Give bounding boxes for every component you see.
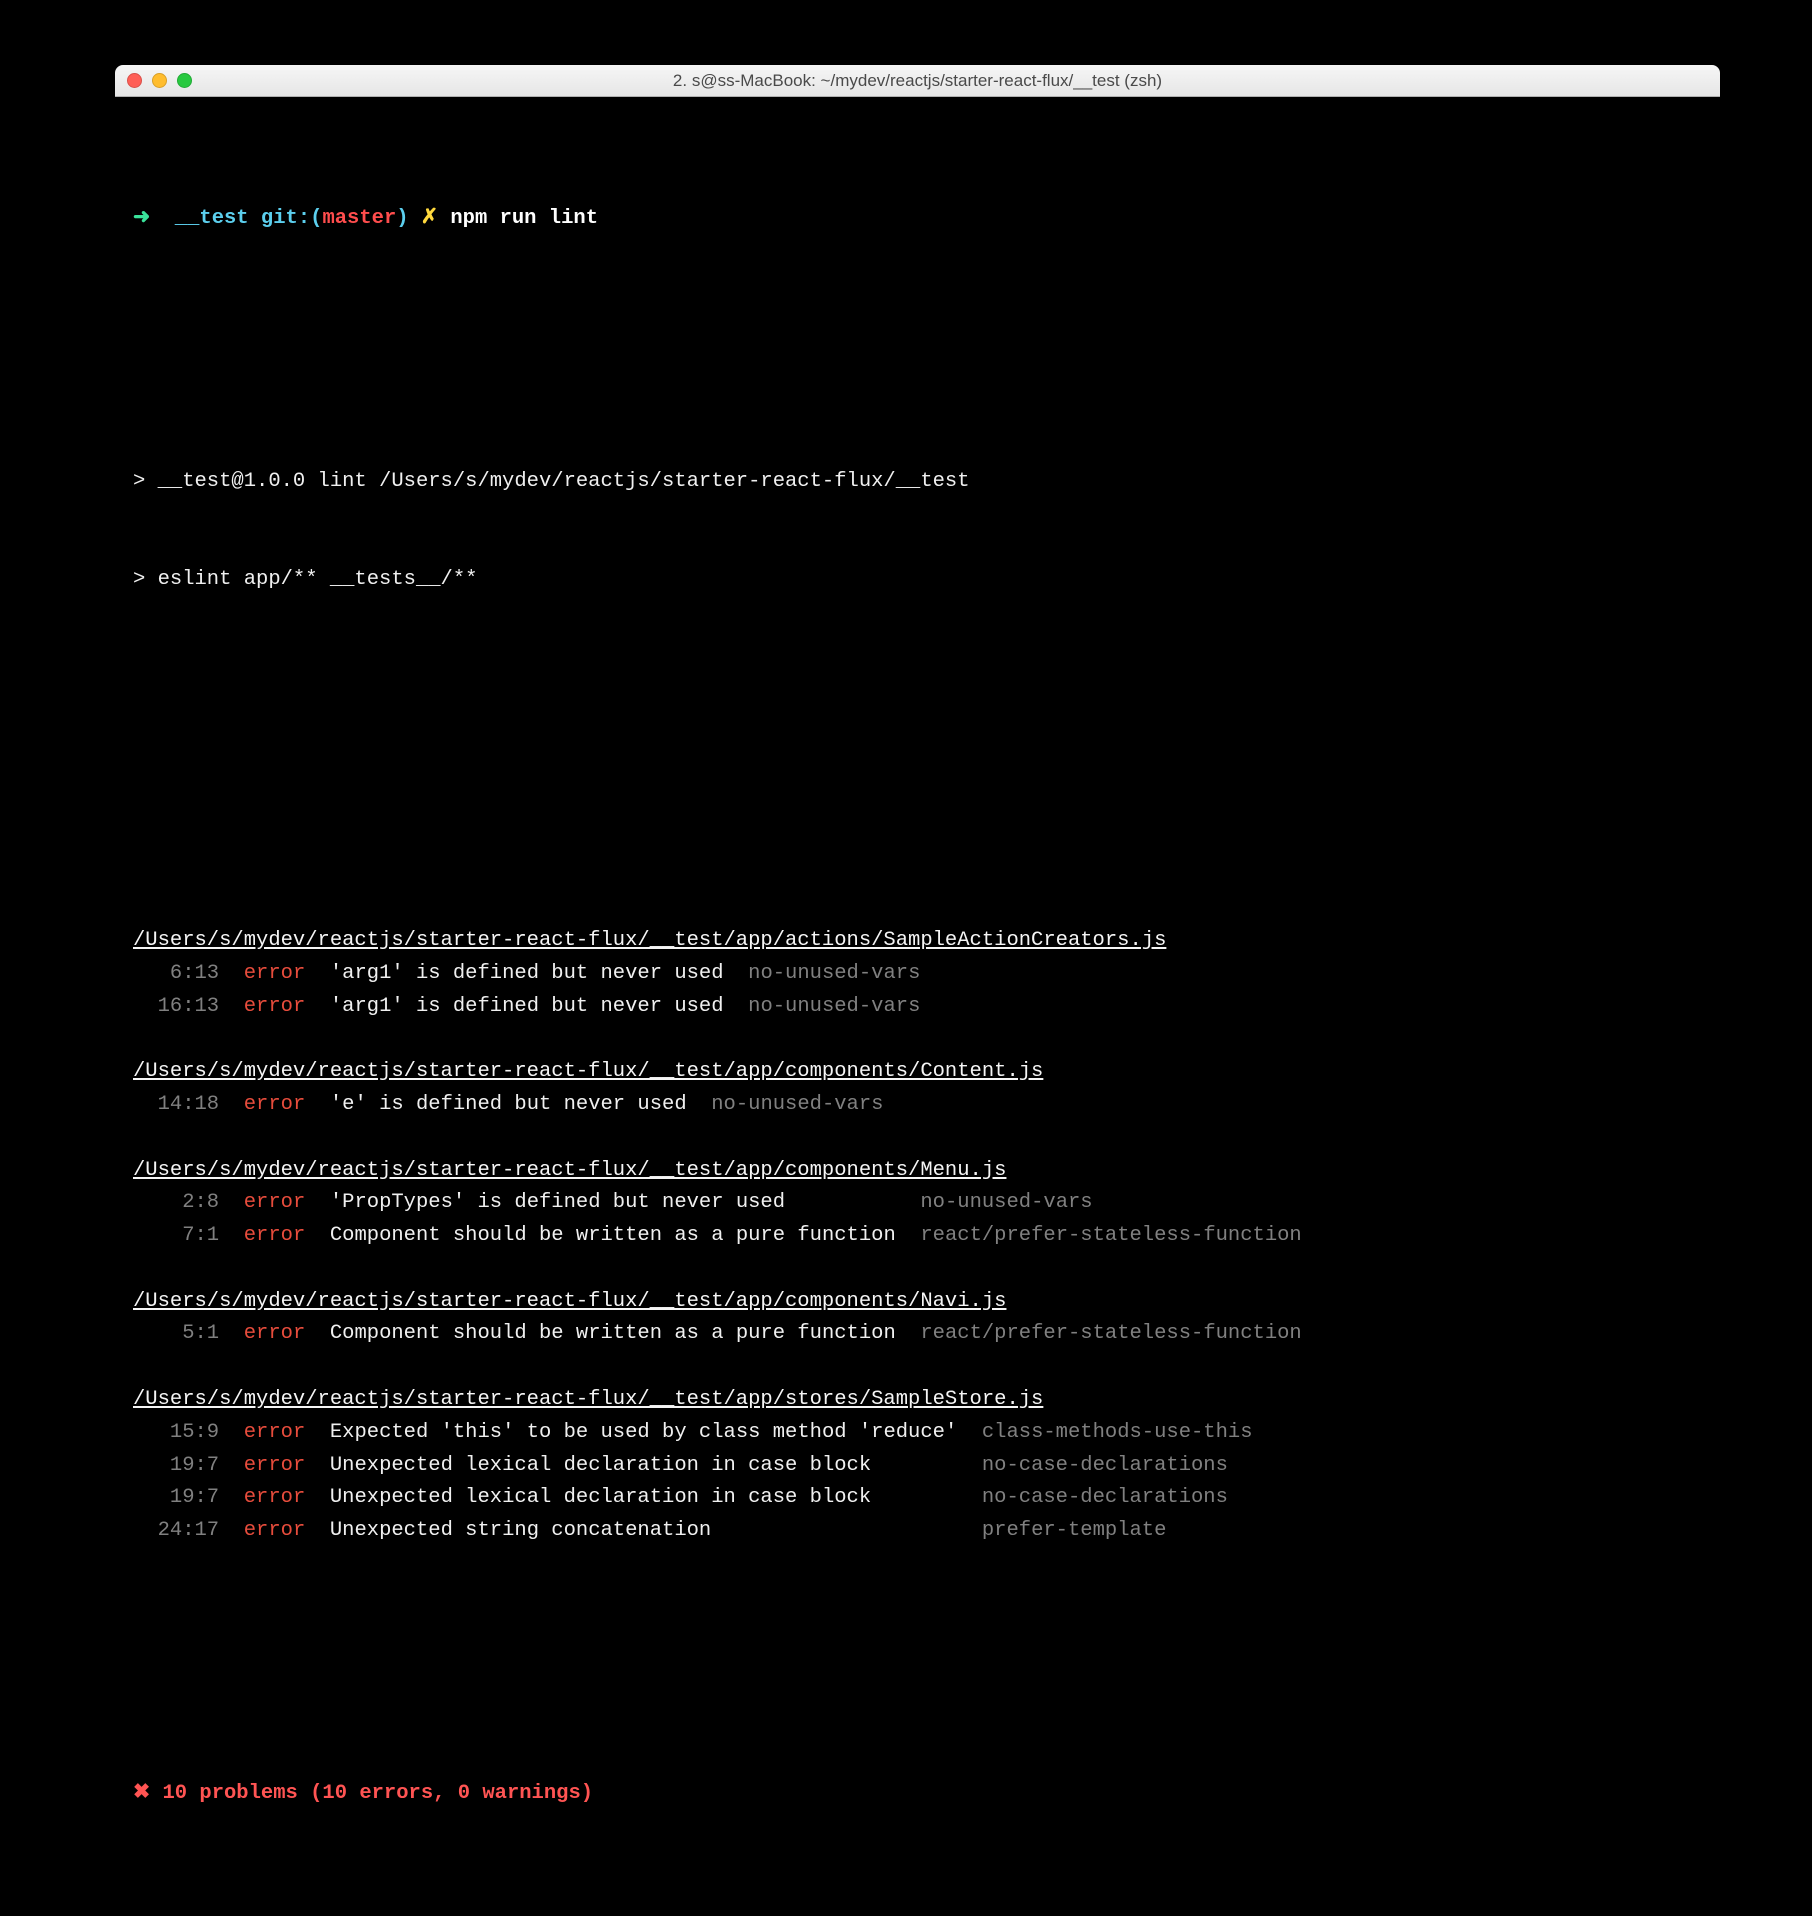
error-severity: error (244, 1486, 306, 1509)
error-rule: no-case-declarations (982, 1486, 1228, 1509)
maximize-icon[interactable] (177, 73, 192, 88)
error-severity: error (244, 1454, 306, 1477)
git-close: ) (396, 207, 408, 230)
error-message: Unexpected string concatenation (330, 1519, 957, 1542)
lint-error-row: 16:13 error 'arg1' is defined but never … (133, 991, 1702, 1024)
lint-error-row: 15:9 error Expected 'this' to be used by… (133, 1417, 1702, 1450)
lint-error-row: 24:17 error Unexpected string concatenat… (133, 1515, 1702, 1548)
error-severity: error (244, 1224, 306, 1247)
file-path: /Users/s/mydev/reactjs/starter-react-flu… (133, 925, 1702, 958)
lint-error-row: 7:1 error Component should be written as… (133, 1220, 1702, 1253)
prompt-cwd: __test (175, 207, 249, 230)
summary-line: ✖ 10 problems (10 errors, 0 warnings) (133, 1778, 1702, 1811)
error-message: 'arg1' is defined but never used (330, 962, 724, 985)
error-location: 19:7 (133, 1486, 219, 1509)
lint-error-row: 19:7 error Unexpected lexical declaratio… (133, 1482, 1702, 1515)
error-severity: error (244, 1519, 306, 1542)
error-message: 'e' is defined but never used (330, 1093, 687, 1116)
npm-output-line: > __test@1.0.0 lint /Users/s/mydev/react… (133, 466, 1702, 499)
git-branch: master (322, 207, 396, 230)
error-severity: error (244, 1322, 306, 1345)
error-location: 2:8 (133, 1191, 219, 1214)
file-path: /Users/s/mydev/reactjs/starter-react-flu… (133, 1155, 1702, 1188)
error-rule: no-unused-vars (748, 962, 920, 985)
file-path: /Users/s/mydev/reactjs/starter-react-flu… (133, 1384, 1702, 1417)
file-path: /Users/s/mydev/reactjs/starter-react-flu… (133, 1056, 1702, 1089)
command-text: npm run lint (450, 207, 598, 230)
error-message: 'arg1' is defined but never used (330, 995, 724, 1018)
error-location: 14:18 (133, 1093, 219, 1116)
error-rule: no-unused-vars (748, 995, 920, 1018)
eslint-output: /Users/s/mydev/reactjs/starter-react-flu… (133, 925, 1702, 1548)
summary-text: 10 problems (10 errors, 0 warnings) (163, 1782, 594, 1805)
error-severity: error (244, 962, 306, 985)
file-path: /Users/s/mydev/reactjs/starter-react-flu… (133, 1286, 1702, 1319)
error-severity: error (244, 1191, 306, 1214)
npm-output-line: > eslint app/** __tests__/** (133, 564, 1702, 597)
lint-error-row: 14:18 error 'e' is defined but never use… (133, 1089, 1702, 1122)
lint-error-row: 2:8 error 'PropTypes' is defined but nev… (133, 1187, 1702, 1220)
error-message: 'PropTypes' is defined but never used (330, 1191, 896, 1214)
error-message: Component should be written as a pure fu… (330, 1322, 896, 1345)
lint-error-row: 6:13 error 'arg1' is defined but never u… (133, 958, 1702, 991)
error-message: Unexpected lexical declaration in case b… (330, 1486, 957, 1509)
lint-error-row: 5:1 error Component should be written as… (133, 1318, 1702, 1351)
error-rule: no-unused-vars (920, 1191, 1092, 1214)
error-message: Component should be written as a pure fu… (330, 1224, 896, 1247)
terminal-output[interactable]: ➜ __test git:(master) ✗ npm run lint > _… (115, 97, 1720, 1916)
minimize-icon[interactable] (152, 73, 167, 88)
git-label: git:( (261, 207, 323, 230)
window-title: 2. s@ss-MacBook: ~/mydev/reactjs/starter… (115, 71, 1720, 91)
error-severity: error (244, 1421, 306, 1444)
error-location: 7:1 (133, 1224, 219, 1247)
error-rule: react/prefer-stateless-function (920, 1224, 1301, 1247)
error-location: 19:7 (133, 1454, 219, 1477)
error-location: 16:13 (133, 995, 219, 1018)
window-controls (127, 73, 192, 88)
error-message: Expected 'this' to be used by class meth… (330, 1421, 957, 1444)
error-location: 15:9 (133, 1421, 219, 1444)
error-location: 6:13 (133, 962, 219, 985)
error-location: 5:1 (133, 1322, 219, 1345)
error-message: Unexpected lexical declaration in case b… (330, 1454, 957, 1477)
error-rule: react/prefer-stateless-function (920, 1322, 1301, 1345)
error-location: 24:17 (133, 1519, 219, 1542)
prompt-arrow-icon: ➜ (133, 207, 150, 230)
error-rule: class-methods-use-this (982, 1421, 1253, 1444)
lint-error-row: 19:7 error Unexpected lexical declaratio… (133, 1450, 1702, 1483)
prompt-line: ➜ __test git:(master) ✗ npm run lint (133, 203, 1702, 236)
window-titlebar: 2. s@ss-MacBook: ~/mydev/reactjs/starter… (115, 65, 1720, 97)
git-dirty-icon: ✗ (421, 207, 438, 230)
error-rule: no-case-declarations (982, 1454, 1228, 1477)
error-rule: prefer-template (982, 1519, 1167, 1542)
error-severity: error (244, 995, 306, 1018)
error-summary-icon: ✖ (133, 1782, 150, 1805)
close-icon[interactable] (127, 73, 142, 88)
terminal-window: 2. s@ss-MacBook: ~/mydev/reactjs/starter… (115, 65, 1720, 1916)
error-severity: error (244, 1093, 306, 1116)
error-rule: no-unused-vars (711, 1093, 883, 1116)
